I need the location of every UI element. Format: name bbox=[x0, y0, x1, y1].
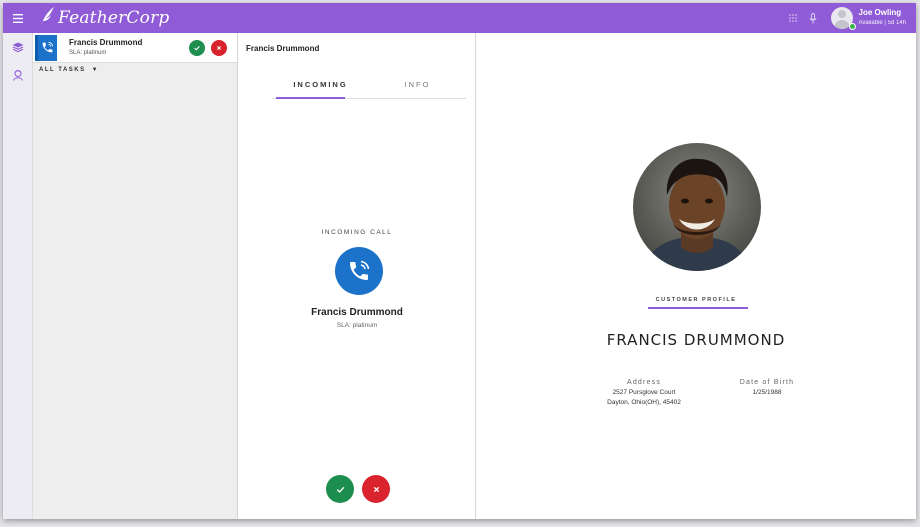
customer-name: FRANCIS DRUMMOND bbox=[606, 331, 786, 349]
brand-name: FeatherCorp bbox=[58, 8, 170, 28]
side-rail bbox=[3, 33, 33, 519]
app-window: FeatherCorp Joe Owling Available | 5d 14… bbox=[3, 3, 916, 519]
caller-name: Francis Drummond bbox=[311, 307, 403, 318]
address-line-2: Dayton, Ohio(OH), 45402 bbox=[607, 399, 681, 406]
customer-profile-panel: CUSTOMER PROFILE FRANCIS DRUMMOND Addres… bbox=[476, 33, 916, 519]
dob-label: Date of Birth bbox=[739, 379, 795, 386]
dialpad-icon[interactable] bbox=[783, 3, 803, 33]
microphone-icon[interactable] bbox=[803, 3, 823, 33]
task-name: Francis Drummond bbox=[69, 37, 143, 47]
chevron-down-icon: ▼ bbox=[91, 67, 100, 73]
task-detail-panel: Francis Drummond INCOMING INFO INCOMING … bbox=[238, 33, 476, 519]
filter-label: ALL TASKS bbox=[39, 67, 86, 73]
top-bar: FeatherCorp Joe Owling Available | 5d 14… bbox=[3, 3, 916, 33]
reject-call-button[interactable] bbox=[362, 475, 390, 503]
task-filter[interactable]: ALL TASKS ▼ bbox=[33, 63, 237, 77]
availability-dot bbox=[849, 23, 856, 30]
brand-logo: FeatherCorp bbox=[39, 6, 169, 31]
address-field: Address 2527 Pursglove Court Dayton, Ohi… bbox=[584, 378, 704, 408]
task-text: Francis Drummond SLA: platinum bbox=[69, 38, 142, 58]
tab-bar: INCOMING INFO bbox=[272, 71, 466, 99]
layers-icon[interactable] bbox=[3, 33, 33, 61]
agent-icon[interactable] bbox=[3, 61, 33, 89]
incoming-call-label: INCOMING CALL bbox=[321, 229, 393, 236]
user-status: Available | 5d 14h bbox=[858, 20, 906, 26]
task-list: Francis Drummond SLA: platinum ALL TASKS… bbox=[33, 33, 238, 519]
dob-value: 1/25/1988 bbox=[752, 389, 782, 396]
address-label: Address bbox=[626, 379, 662, 386]
caller-sla: SLA: platinum bbox=[336, 322, 378, 329]
phone-ringing-icon bbox=[35, 34, 57, 61]
reject-task-button[interactable] bbox=[211, 40, 227, 56]
address-line-1: 2527 Pursglove Court bbox=[612, 389, 676, 396]
profile-underline bbox=[648, 307, 748, 309]
accept-task-button[interactable] bbox=[189, 40, 205, 56]
customer-profile-label: CUSTOMER PROFILE bbox=[655, 297, 737, 303]
phone-ringing-icon bbox=[335, 247, 383, 295]
panel-title: Francis Drummond bbox=[246, 43, 320, 53]
user-name: Joe Owling bbox=[858, 8, 902, 17]
task-sla: SLA: platinum bbox=[69, 49, 107, 56]
tab-incoming[interactable]: INCOMING bbox=[272, 71, 369, 99]
dob-field: Date of Birth 1/25/1988 bbox=[732, 378, 802, 398]
feather-icon bbox=[39, 6, 55, 31]
user-info[interactable]: Joe Owling Available | 5d 14h bbox=[859, 8, 906, 28]
hamburger-icon[interactable] bbox=[3, 3, 33, 33]
accept-call-button[interactable] bbox=[326, 475, 354, 503]
task-card[interactable]: Francis Drummond SLA: platinum bbox=[33, 33, 237, 63]
customer-photo bbox=[633, 143, 761, 271]
tab-info[interactable]: INFO bbox=[369, 71, 466, 98]
